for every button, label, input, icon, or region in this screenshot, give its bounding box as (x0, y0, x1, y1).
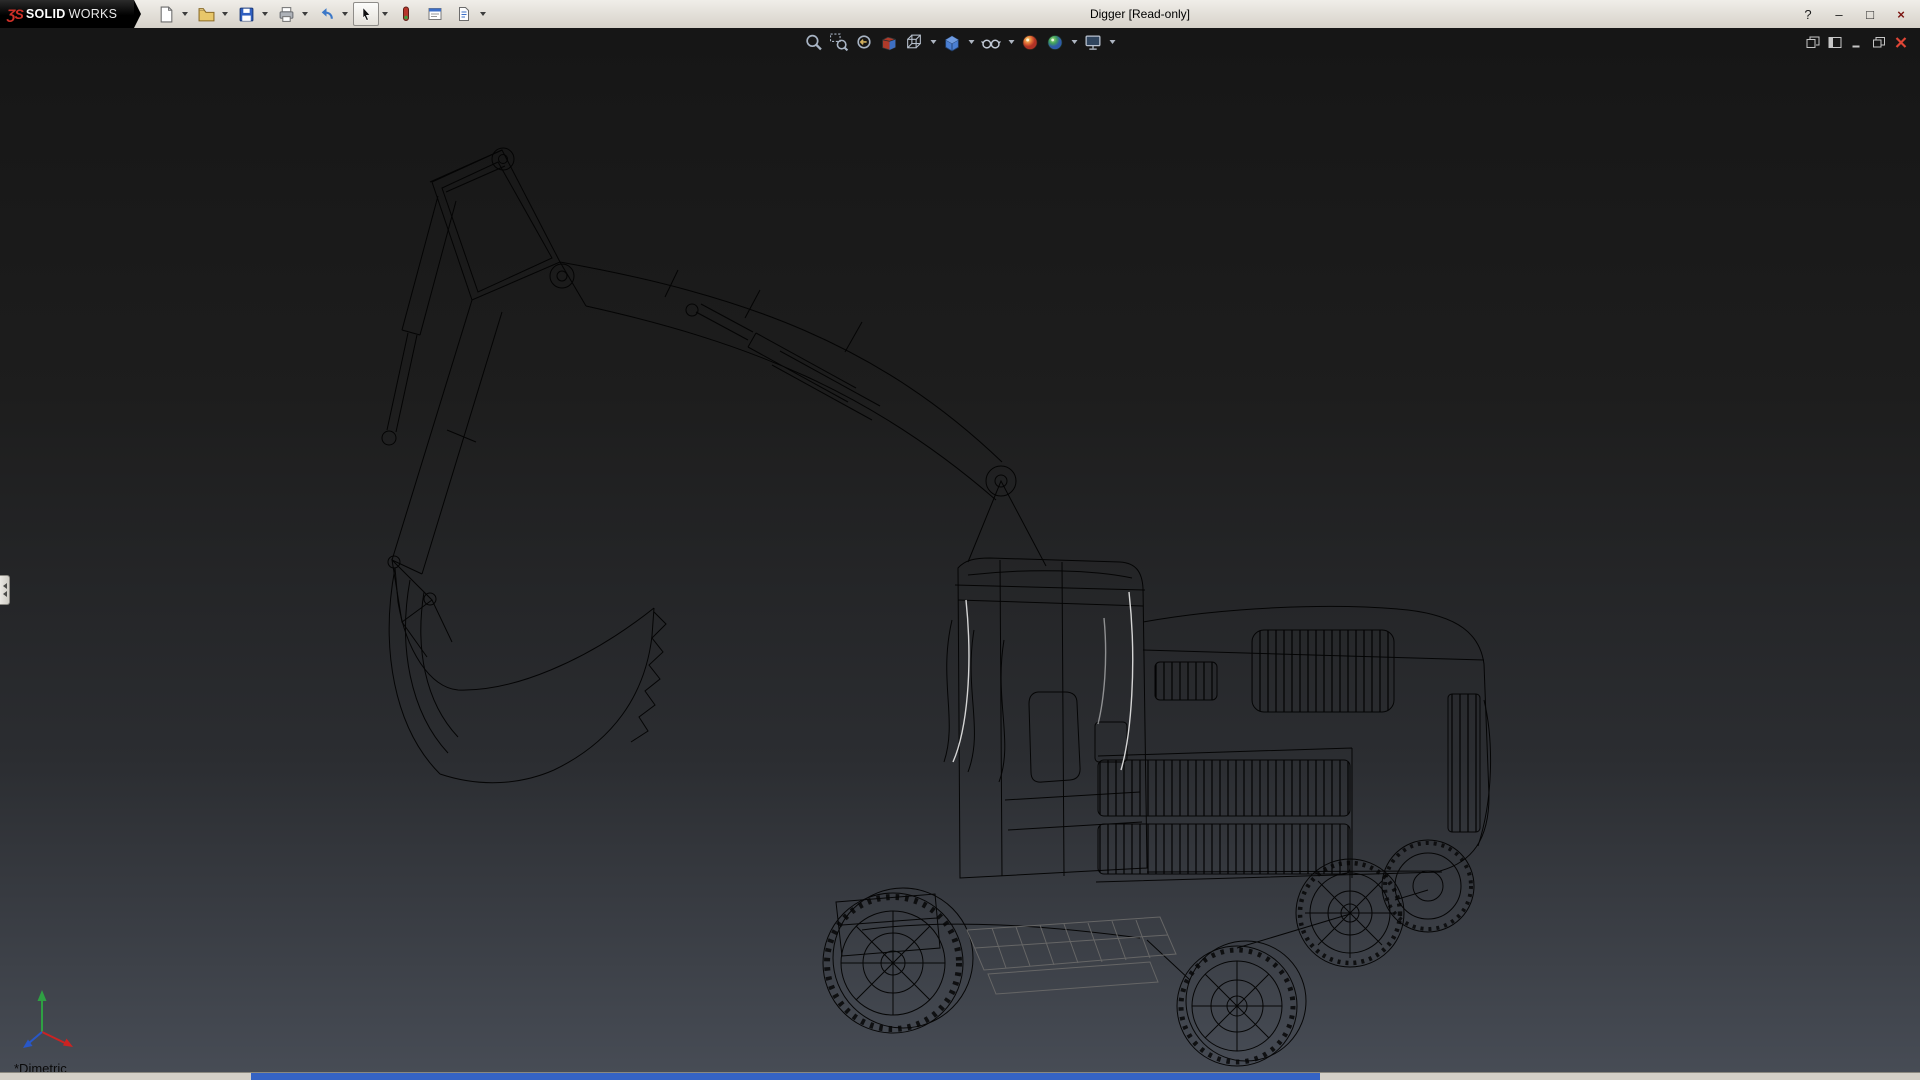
display-style-button[interactable] (941, 31, 964, 53)
view-settings-dropdown[interactable] (1107, 31, 1118, 53)
rebuild-traffic-light-icon (398, 6, 414, 22)
select-cursor-icon (358, 6, 374, 22)
chevron-down-icon (182, 12, 188, 16)
minimize-icon (1850, 36, 1864, 49)
display-style-cube-icon (943, 33, 962, 52)
minimize-window-button[interactable]: – (1830, 7, 1848, 22)
open-folder-icon (198, 6, 215, 23)
open-document-dropdown[interactable] (219, 3, 230, 25)
title-bar: ƷS SOLID WORKS (0, 0, 1920, 29)
save-floppy-icon (238, 6, 255, 23)
brand-bold: SOLID (26, 7, 66, 21)
close-icon (1894, 36, 1908, 49)
select-tool-button[interactable] (353, 2, 379, 26)
excavator-wireframe-model (0, 0, 1920, 1080)
previous-view-button[interactable] (853, 31, 876, 53)
display-style-dropdown[interactable] (966, 31, 977, 53)
options-button[interactable] (422, 2, 448, 26)
printer-icon (278, 6, 295, 23)
restore-document-button[interactable] (1871, 35, 1886, 49)
chevron-down-icon (382, 12, 388, 16)
undo-dropdown[interactable] (339, 3, 350, 25)
view-settings-button[interactable] (1082, 31, 1105, 53)
print-button[interactable] (273, 2, 299, 26)
section-view-icon (880, 33, 899, 52)
feature-panel-splitter[interactable] (0, 575, 10, 605)
zoom-to-area-icon (830, 33, 849, 52)
section-view-button[interactable] (878, 31, 901, 53)
new-document-dropdown[interactable] (179, 3, 190, 25)
window-controls: ? – □ × (1799, 0, 1910, 28)
orientation-triad-icon (23, 990, 73, 1048)
appearance-ball-icon (1021, 33, 1040, 52)
zoom-to-fit-icon (805, 33, 824, 52)
close-document-button[interactable] (1893, 35, 1908, 49)
print-dropdown[interactable] (299, 3, 310, 25)
scene-ball-icon (1046, 33, 1065, 52)
apply-scene-dropdown[interactable] (1069, 31, 1080, 53)
menu-expand-arrow-icon[interactable] (134, 0, 141, 28)
close-window-button[interactable]: × (1892, 7, 1910, 22)
split-pane-button[interactable] (1827, 35, 1842, 49)
view-orientation-dropdown[interactable] (928, 31, 939, 53)
file-properties-dropdown[interactable] (477, 3, 488, 25)
new-document-icon (158, 6, 175, 23)
rebuild-button[interactable] (393, 2, 419, 26)
status-bar (0, 1072, 1920, 1080)
hide-show-items-button[interactable] (979, 31, 1004, 53)
document-title: Digger [Read-only] (1090, 7, 1190, 21)
solidworks-logo-mark-icon: ƷS (7, 6, 23, 22)
chevron-down-icon (222, 12, 228, 16)
standard-toolbar (153, 0, 490, 28)
chevron-down-icon (480, 12, 486, 16)
view-settings-monitor-icon (1084, 33, 1103, 52)
status-bar-highlight (251, 1073, 1320, 1080)
chevron-down-icon (342, 12, 348, 16)
heads-up-view-toolbar (803, 31, 1118, 53)
chevron-down-icon (968, 40, 974, 44)
undo-arrow-icon (318, 6, 335, 23)
open-document-button[interactable] (193, 2, 219, 26)
chevron-down-icon (302, 12, 308, 16)
chevron-down-icon (1008, 40, 1014, 44)
save-button[interactable] (233, 2, 259, 26)
select-tool-dropdown[interactable] (379, 3, 390, 25)
maximize-window-button[interactable]: □ (1861, 7, 1879, 22)
zoom-to-area-button[interactable] (828, 31, 851, 53)
cascade-window-button[interactable] (1805, 35, 1820, 49)
previous-view-icon (855, 33, 874, 52)
file-properties-icon (456, 6, 472, 22)
cascade-window-icon (1806, 36, 1820, 49)
minimize-document-button[interactable] (1849, 35, 1864, 49)
chevron-down-icon (930, 40, 936, 44)
view-orientation-cube-icon (905, 33, 924, 52)
apply-scene-button[interactable] (1044, 31, 1067, 53)
new-document-button[interactable] (153, 2, 179, 26)
edit-appearance-button[interactable] (1019, 31, 1042, 53)
options-panel-icon (427, 6, 443, 22)
brand-light: WORKS (69, 7, 118, 21)
solidworks-window: ƷS SOLID WORKS (0, 0, 1920, 1080)
undo-button[interactable] (313, 2, 339, 26)
collapse-left-arrow-icon (3, 591, 7, 597)
view-orientation-button[interactable] (903, 31, 926, 53)
graphics-viewport[interactable]: *Dimetric (0, 28, 1920, 1073)
chevron-down-icon (1071, 40, 1077, 44)
chevron-down-icon (262, 12, 268, 16)
document-window-controls (1805, 35, 1908, 49)
help-button[interactable]: ? (1799, 7, 1817, 22)
split-pane-icon (1828, 36, 1842, 49)
file-properties-button[interactable] (451, 2, 477, 26)
eyeglasses-icon (981, 33, 1002, 52)
save-dropdown[interactable] (259, 3, 270, 25)
chevron-down-icon (1109, 40, 1115, 44)
hide-show-items-dropdown[interactable] (1006, 31, 1017, 53)
collapse-left-arrow-icon (3, 583, 7, 589)
solidworks-logo[interactable]: ƷS SOLID WORKS (0, 0, 134, 28)
restore-icon (1872, 36, 1886, 49)
zoom-to-fit-button[interactable] (803, 31, 826, 53)
